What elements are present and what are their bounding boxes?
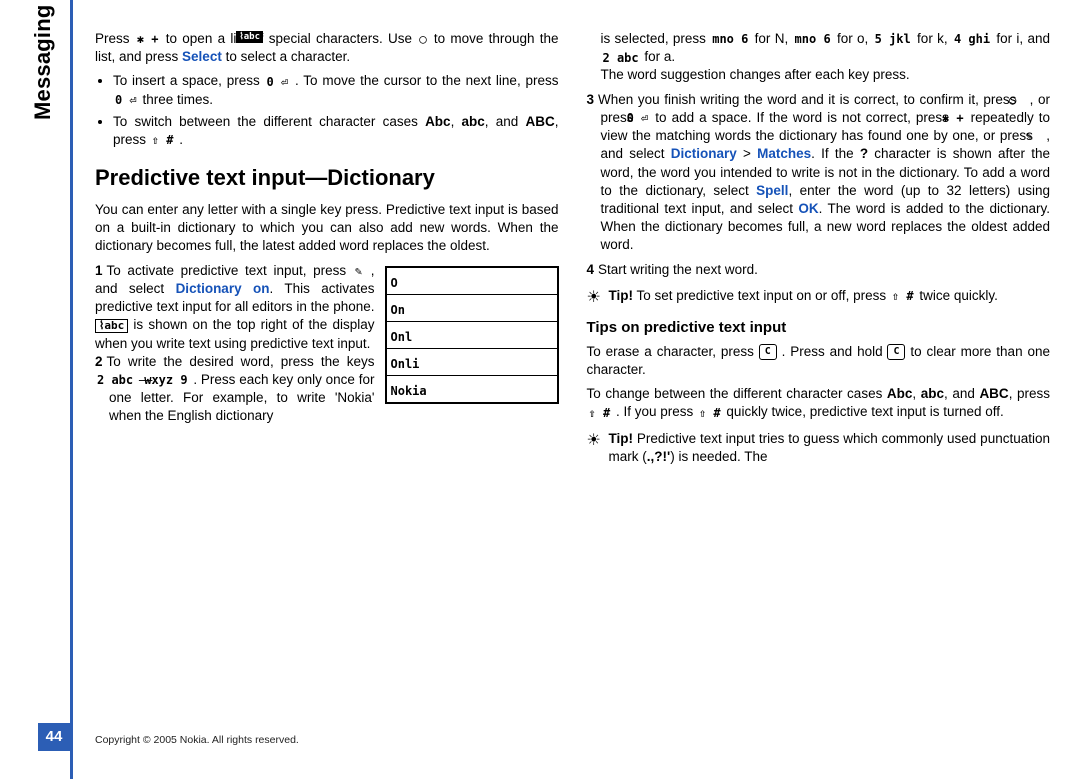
key-zero: 0 ⏎ [639, 110, 651, 126]
side-title: Messaging [28, 5, 58, 121]
tips-erase: To erase a character, press C . Press an… [587, 343, 1051, 379]
heading-tips: Tips on predictive text input [587, 318, 1051, 338]
page-content: Press ✱ + to open a list of special char… [95, 30, 1050, 724]
step-4: 4Start writing the next word. [587, 261, 1051, 279]
step-2-continued: is selected, press mno 6 for N, mno 6 fo… [587, 30, 1051, 85]
key-pen-icon: ✎ [353, 263, 364, 279]
tip-2: ☀ Tip! Predictive text input tries to gu… [587, 430, 1051, 466]
copyright: Copyright © 2005 Nokia. All rights reser… [95, 733, 299, 747]
link-spell: Spell [756, 183, 788, 198]
bullet-switch-case: To switch between the different characte… [113, 113, 559, 149]
tip-1: ☀ Tip! To set predictive text input on o… [587, 287, 1051, 309]
key-2abc: 2 abc [109, 372, 135, 388]
predictive-indicator-icon: ⌇abc [95, 319, 128, 333]
key-6mno: mno 6 [793, 31, 833, 47]
key-zero: 0 ⏎ [113, 92, 139, 108]
bullet-list: To insert a space, press 0 ⏎ . To move t… [95, 72, 559, 149]
key-9wxyz: wxyz 9 [156, 372, 189, 388]
key-6mno: mno 6 [710, 31, 750, 47]
page-number: 44 [38, 723, 70, 751]
step-1-number: 1 [95, 263, 103, 278]
key-c: C [887, 344, 905, 360]
tip-icon: ☀ [587, 287, 609, 309]
key-hash: ⇧ # [150, 132, 176, 148]
link-ok: OK [798, 201, 818, 216]
key-scroll: ◯ [417, 31, 428, 47]
key-c: C [759, 344, 777, 360]
heading-predictive: Predictive text input—Dictionary [95, 163, 559, 193]
key-hash: ⇧ # [890, 288, 916, 304]
key-hash: ⇧ # [587, 405, 613, 421]
link-dictionary: Dictionary [671, 146, 737, 161]
intro-para: Press ✱ + to open a list of special char… [95, 30, 559, 66]
key-zero: 0 ⏎ [265, 74, 291, 90]
link-dictionary-on: Dictionary on [176, 281, 270, 296]
key-4ghi: 4 ghi [952, 31, 992, 47]
key-hash: ⇧ # [697, 405, 723, 421]
link-matches: Matches [757, 146, 811, 161]
key-5jkl: 5 jkl [873, 31, 913, 47]
phone-screen-illustration: O⌇abc On⌇abc Onl⌇abc Onli⌇abc Nokia⌇abc [385, 266, 559, 404]
key-star: ✱ + [135, 31, 161, 47]
predictive-intro: You can enter any letter with a single k… [95, 201, 559, 256]
step-3: 3When you finish writing the word and it… [587, 91, 1051, 255]
bullet-insert-space: To insert a space, press 0 ⏎ . To move t… [113, 72, 559, 108]
tips-change-case: To change between the different characte… [587, 385, 1051, 421]
key-2abc: 2 abc [601, 50, 641, 66]
key-star: ✱ + [954, 110, 966, 126]
link-select: Select [182, 49, 222, 64]
tip-icon: ☀ [587, 430, 609, 466]
